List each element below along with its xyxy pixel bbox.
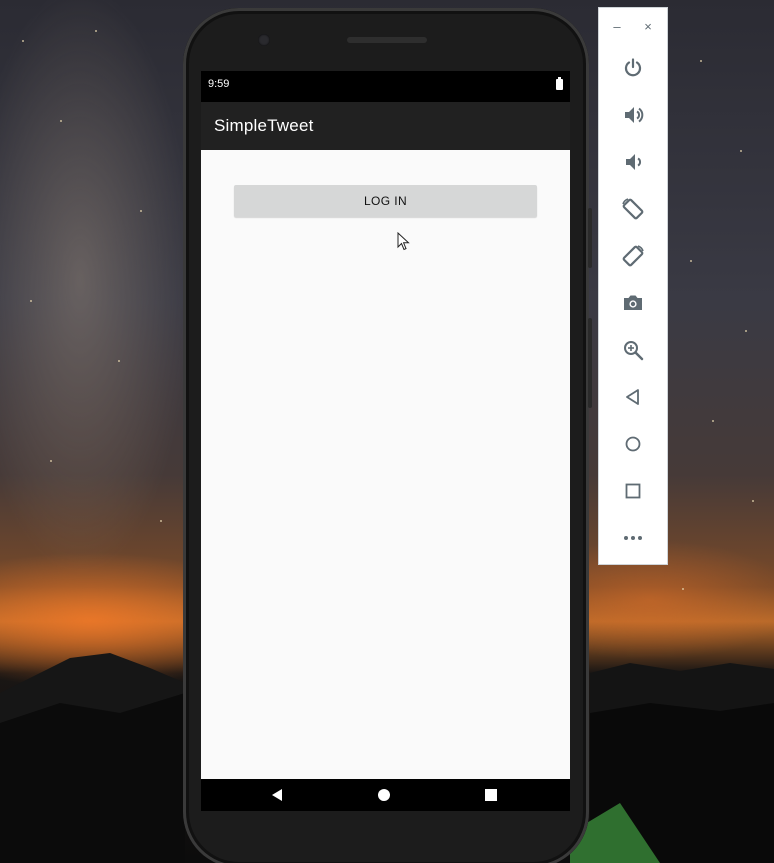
side-button	[588, 318, 592, 408]
overview-icon[interactable]	[619, 477, 647, 505]
status-time: 9:59	[208, 78, 230, 90]
back-icon[interactable]	[619, 383, 647, 411]
camera-icon[interactable]	[619, 289, 647, 317]
app-bar: SimpleTweet	[201, 102, 570, 150]
home-icon[interactable]	[368, 779, 400, 811]
close-icon[interactable]: ×	[639, 18, 657, 36]
back-icon[interactable]	[261, 779, 293, 811]
side-button	[588, 208, 592, 268]
volume-down-icon[interactable]	[619, 148, 647, 176]
home-icon[interactable]	[619, 430, 647, 458]
device-screen: 9:59 SimpleTweet LOG IN	[201, 71, 570, 811]
login-screen: LOG IN	[201, 150, 570, 779]
status-bar: 9:59	[201, 71, 570, 102]
rotate-left-icon[interactable]	[619, 195, 647, 223]
minimize-icon[interactable]: –	[608, 18, 626, 36]
battery-full-icon	[556, 77, 563, 90]
phone-frame: 9:59 SimpleTweet LOG IN	[183, 8, 592, 863]
emulator-toolbar: – ×	[598, 7, 668, 565]
zoom-icon[interactable]	[619, 336, 647, 364]
earpiece-speaker	[347, 37, 427, 43]
recents-icon[interactable]	[475, 779, 507, 811]
login-button[interactable]: LOG IN	[234, 185, 537, 217]
navigation-bar	[201, 779, 570, 811]
more-icon[interactable]	[619, 524, 647, 552]
app-title: SimpleTweet	[214, 116, 314, 135]
front-camera	[258, 34, 270, 46]
volume-up-icon[interactable]	[619, 101, 647, 129]
mouse-cursor-icon	[397, 231, 411, 257]
power-icon[interactable]	[619, 54, 647, 82]
rotate-right-icon[interactable]	[619, 242, 647, 270]
window-controls: – ×	[599, 8, 667, 48]
